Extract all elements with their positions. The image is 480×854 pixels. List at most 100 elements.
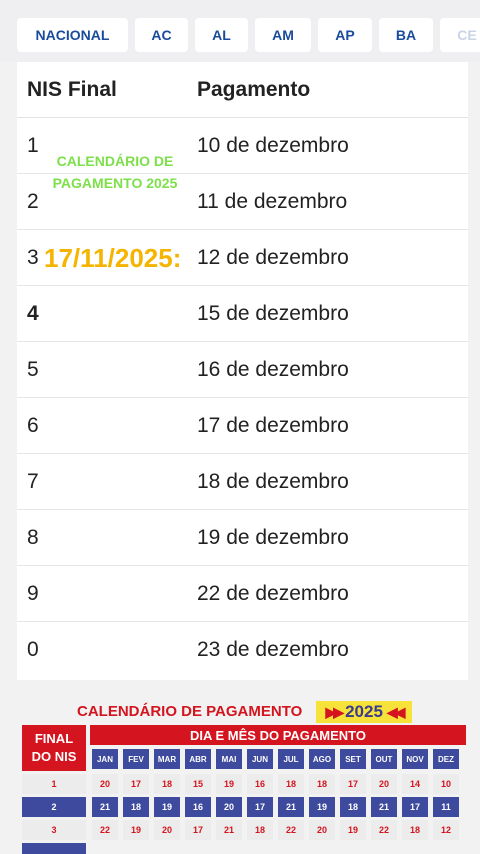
- nis-cell: 1: [27, 134, 39, 157]
- nis-cell: 3: [27, 246, 39, 269]
- nis-cell: 7: [27, 470, 39, 493]
- calendar-day: 19: [309, 797, 335, 817]
- calendar-row: 3 22 19 20 17 21 18 22 20 19 22 18 12: [22, 820, 466, 842]
- calendar-title: CALENDÁRIO DE PAGAMENTO: [77, 703, 303, 720]
- tab-am[interactable]: AM: [255, 18, 311, 52]
- calendar-day: 10: [433, 774, 459, 794]
- table-row: 0 23 de dezembro: [17, 622, 468, 678]
- calendar-row-partial: [22, 843, 466, 854]
- calendar-day: 17: [247, 797, 273, 817]
- tab-ba[interactable]: BA: [379, 18, 433, 52]
- calendar-day: 20: [371, 774, 397, 794]
- calendar-nis: 3: [22, 820, 86, 840]
- calendar-day: 20: [309, 820, 335, 840]
- header-pagamento: Pagamento: [197, 78, 311, 101]
- chevron-left-icon: ◀◀: [386, 703, 405, 720]
- payment-date-cell: 12 de dezembro: [197, 246, 349, 269]
- calendar-day: 18: [154, 774, 180, 794]
- calendar-day: 19: [123, 820, 149, 840]
- calendar-day: 18: [402, 820, 428, 840]
- month-abr: ABR: [185, 749, 211, 769]
- calendar-day: 19: [154, 797, 180, 817]
- calendar-day: 22: [92, 820, 118, 840]
- final-nis-line-1: FINAL: [34, 731, 74, 746]
- tab-ac[interactable]: AC: [135, 18, 188, 52]
- payment-date-cell: 22 de dezembro: [197, 582, 349, 605]
- calendar-year-badge: ▶▶ 2025 ◀◀: [316, 701, 412, 723]
- nis-cell: 4: [27, 302, 39, 325]
- calendar-day: 18: [340, 797, 366, 817]
- tab-nacional[interactable]: NACIONAL: [17, 18, 128, 52]
- payment-date-cell: 18 de dezembro: [197, 470, 349, 493]
- month-out: OUT: [371, 749, 397, 769]
- watermark-caption: CALENDÁRIO DE PAGAMENTO 2025: [44, 150, 186, 194]
- nis-cell: 0: [27, 638, 39, 661]
- month-mar: MAR: [154, 749, 180, 769]
- calendar-day: 14: [402, 774, 428, 794]
- calendar-row: 1 20 17 18 15 19 16 18 18 17 20 14 10: [22, 774, 466, 796]
- calendar-day: 18: [309, 774, 335, 794]
- calendar-nis: 2: [22, 797, 86, 817]
- calendar-day: 17: [340, 774, 366, 794]
- month-jul: JUL: [278, 749, 304, 769]
- watermark-line-2: PAGAMENTO 2025: [52, 175, 178, 191]
- calendar-day: 21: [216, 820, 242, 840]
- table-row: 7 18 de dezembro: [17, 454, 468, 510]
- nis-cell: 6: [27, 414, 39, 437]
- tab-ap[interactable]: AP: [318, 18, 372, 52]
- table-row: 8 19 de dezembro: [17, 510, 468, 566]
- header-nis-final: NIS Final: [27, 78, 117, 101]
- month-jan: JAN: [92, 749, 118, 769]
- final-nis-header: FINAL DO NIS: [22, 725, 86, 771]
- calendar-day: 22: [278, 820, 304, 840]
- calendar-day: 20: [154, 820, 180, 840]
- payment-date-cell: 10 de dezembro: [197, 134, 349, 157]
- nis-cell: 9: [27, 582, 39, 605]
- calendar-day: 17: [123, 774, 149, 794]
- calendar-day: 16: [247, 774, 273, 794]
- table-row: 5 16 de dezembro: [17, 342, 468, 398]
- calendar-day: 18: [278, 774, 304, 794]
- calendar-day: 11: [433, 797, 459, 817]
- calendar-day: 12: [433, 820, 459, 840]
- calendar-day: 22: [371, 820, 397, 840]
- final-nis-line-2: DO NIS: [31, 749, 77, 764]
- table-row: 4 15 de dezembro: [17, 286, 468, 342]
- nis-cell: 8: [27, 526, 39, 549]
- calendar-day: 20: [92, 774, 118, 794]
- calendar-day: 19: [216, 774, 242, 794]
- month-jun: JUN: [247, 749, 273, 769]
- table-row: 9 22 de dezembro: [17, 566, 468, 622]
- calendar-day: 17: [185, 820, 211, 840]
- calendar-day: 18: [247, 820, 273, 840]
- table-row: 6 17 de dezembro: [17, 398, 468, 454]
- calendar-year: 2025: [345, 702, 383, 721]
- calendar-row: 2 21 18 19 16 20 17 21 19 18 21 17 11: [22, 797, 466, 819]
- calendar-day: 18: [123, 797, 149, 817]
- calendar-day: 21: [371, 797, 397, 817]
- payment-date-cell: 11 de dezembro: [197, 190, 348, 213]
- watermark-date: 17/11/2025:: [44, 243, 182, 273]
- tab-al[interactable]: AL: [195, 18, 248, 52]
- payment-date-cell: 16 de dezembro: [197, 358, 349, 381]
- payment-day-month-header: DIA E MÊS DO PAGAMENTO: [90, 725, 466, 745]
- nis-cell: 2: [27, 190, 39, 213]
- calendar-day: 16: [185, 797, 211, 817]
- month-set: SET: [340, 749, 366, 769]
- calendar-nis: 1: [22, 774, 86, 794]
- payment-date-cell: 15 de dezembro: [197, 302, 349, 325]
- watermark-line-1: CALENDÁRIO DE: [56, 153, 174, 169]
- month-mai: MAI: [216, 749, 242, 769]
- tab-ce[interactable]: CE: [440, 18, 480, 52]
- month-fev: FEV: [123, 749, 149, 769]
- calendar-day: 15: [185, 774, 211, 794]
- calendar-day: 17: [402, 797, 428, 817]
- calendar-day: 19: [340, 820, 366, 840]
- calendar-day: 20: [216, 797, 242, 817]
- month-dez: DEZ: [433, 749, 459, 769]
- calendar-nis: [22, 843, 86, 854]
- calendar-day: 21: [278, 797, 304, 817]
- month-nov: NOV: [402, 749, 428, 769]
- chevron-right-icon: ▶▶: [325, 703, 344, 720]
- table-header: NIS Final Pagamento: [17, 62, 468, 118]
